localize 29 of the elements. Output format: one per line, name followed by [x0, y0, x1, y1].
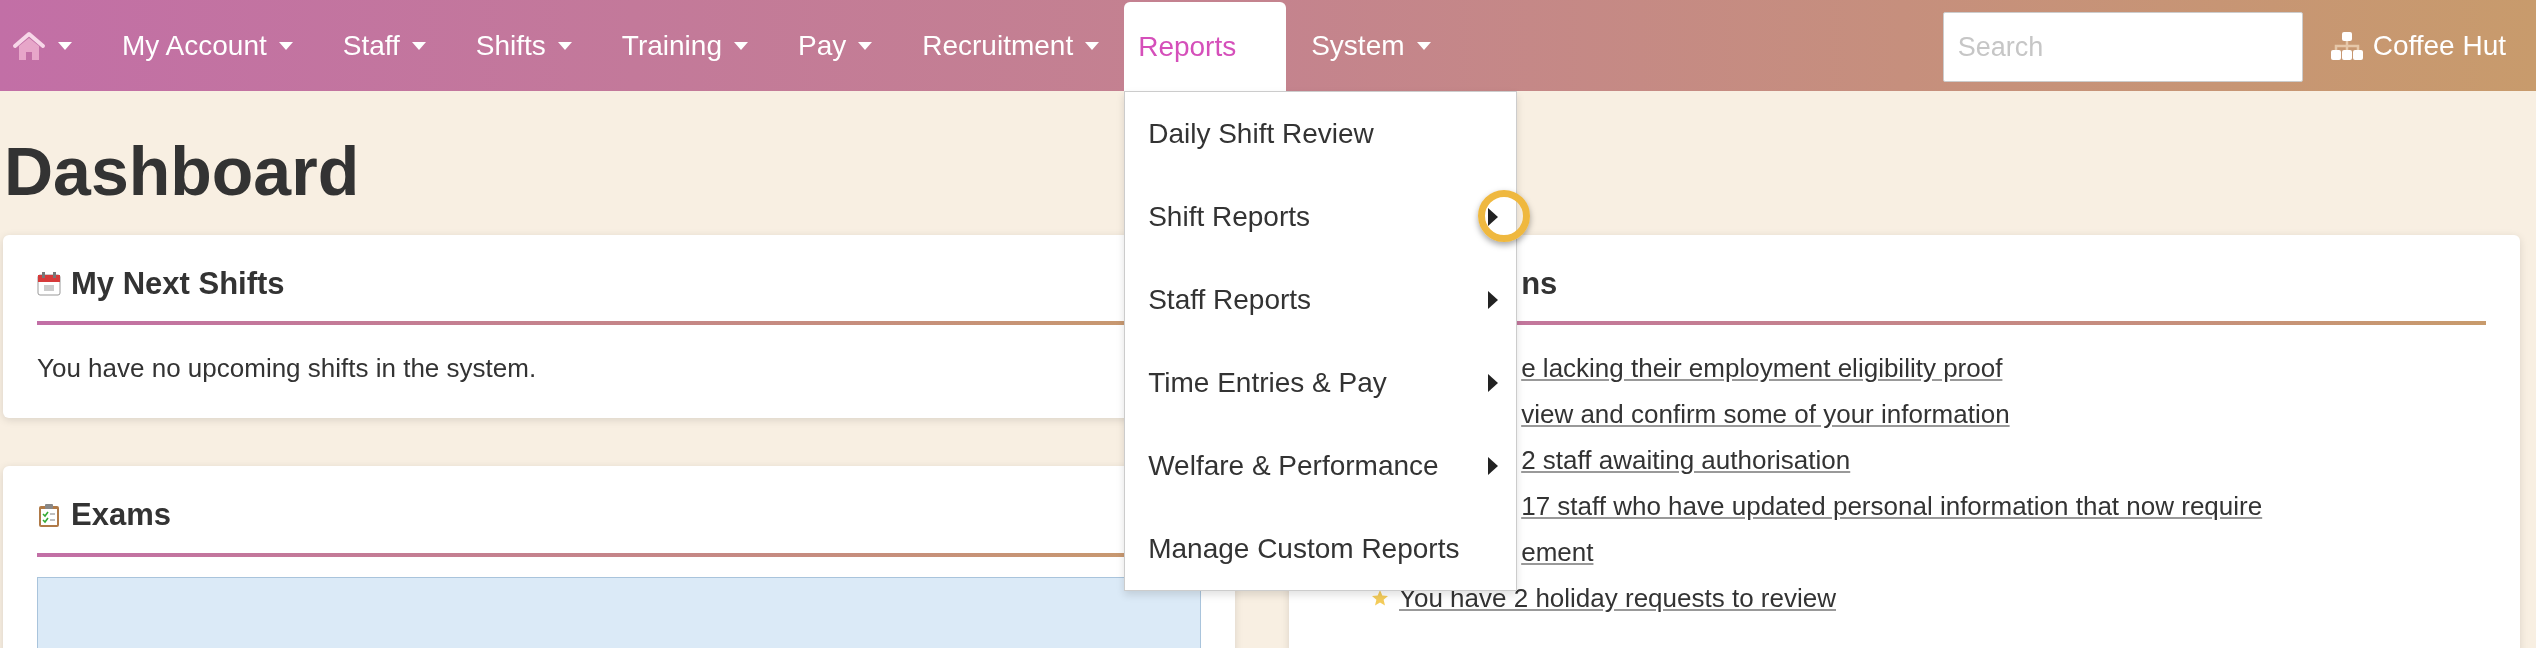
dropdown-item[interactable]: Welfare & Performance	[1125, 424, 1517, 507]
caret-icon	[734, 41, 748, 50]
search-field[interactable]: Search	[1942, 12, 2303, 82]
page-title: Dashboard	[4, 132, 360, 211]
caret-icon	[557, 41, 572, 50]
card-heading: Exams	[71, 496, 171, 535]
dropdown-item[interactable]: Shift Reports	[1125, 175, 1517, 258]
caret-icon	[278, 41, 293, 50]
notification-link[interactable]: view and confirm some of your information	[1521, 391, 2010, 438]
notification-link[interactable]: e lacking their employment eligibility proof	[1521, 345, 2003, 392]
message-text: You have no upcoming shifts in the system.	[37, 352, 537, 386]
star-icon	[1371, 589, 1389, 608]
notification-link[interactable]: 2 staff awaiting authorisation	[1521, 437, 1851, 484]
caret-icon	[58, 41, 72, 50]
caret-icon	[858, 41, 873, 50]
caret-icon	[1085, 41, 1100, 50]
org-chart-icon	[2330, 31, 2363, 60]
card-heading: ns	[1521, 264, 1558, 303]
notification-link[interactable]: ement	[1521, 529, 1594, 576]
notification-link[interactable]: 17 staff who have updated personal information that now require	[1521, 483, 2263, 530]
caret-icon	[1416, 41, 1431, 50]
dropdown-item[interactable]: Time Entries & Pay	[1125, 341, 1517, 424]
dropdown-item[interactable]: Daily Shift Review	[1125, 92, 1517, 175]
calendar-icon	[37, 271, 61, 296]
home-icon	[12, 30, 46, 61]
caret-icon	[411, 41, 426, 50]
dropdown-item[interactable]: Staff Reports	[1125, 258, 1517, 341]
clipboard-icon	[37, 503, 61, 528]
card-heading: My Next Shifts	[71, 264, 285, 303]
